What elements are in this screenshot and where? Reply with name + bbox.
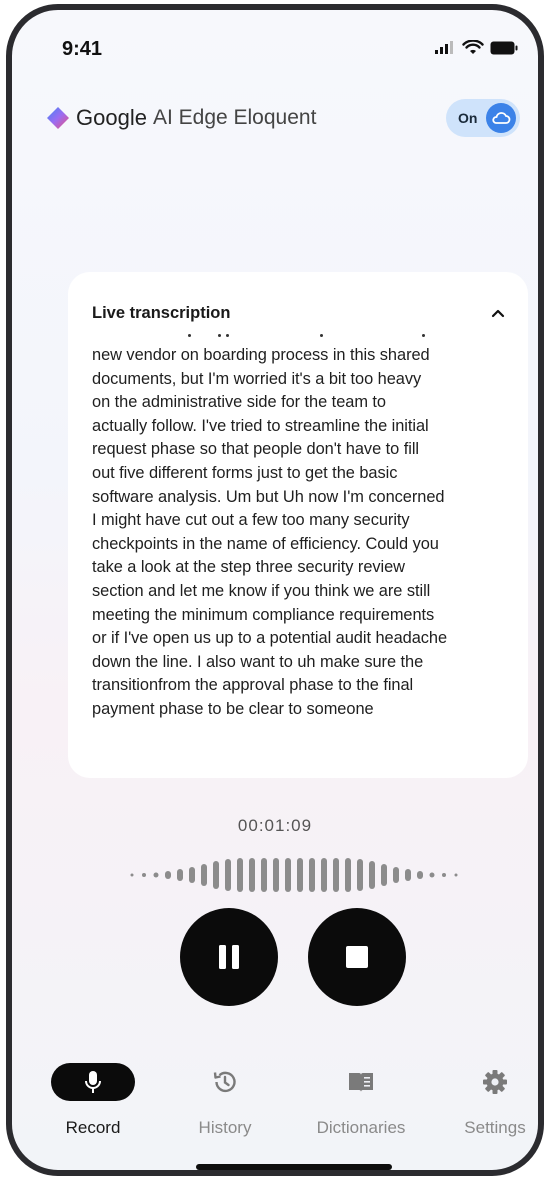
book-icon <box>349 1073 373 1092</box>
waveform-bar <box>429 872 435 878</box>
waveform-bar <box>381 864 387 886</box>
pause-icon <box>219 945 239 969</box>
audio-waveform <box>130 858 458 892</box>
waveform-bar <box>369 861 375 889</box>
cloud-toggle[interactable]: On <box>446 99 520 137</box>
nav-label-dictionaries: Dictionaries <box>316 1118 406 1137</box>
stop-button[interactable] <box>308 908 406 1006</box>
waveform-bar <box>405 869 411 881</box>
cloud-icon <box>492 112 511 124</box>
waveform-bar <box>153 872 159 878</box>
app-title: AI Edge Eloquent <box>152 106 317 129</box>
waveform-bar <box>357 859 363 891</box>
status-time: 9:41 <box>62 38 103 60</box>
waveform-bar <box>417 871 423 879</box>
phone-frame: 9:41 Google AI Edge Eloquent On Live tra… <box>6 4 544 1176</box>
waveform-bar <box>142 873 146 877</box>
waveform-bar <box>297 858 303 892</box>
transcription-card: Live transcription new vendor on boardin… <box>68 272 528 778</box>
waveform-bar <box>333 858 339 892</box>
nav-label-settings: Settings <box>464 1118 526 1137</box>
mic-icon <box>85 1071 101 1093</box>
battery-icon <box>490 41 518 55</box>
bottom-nav: Record History Dictionaries Settings <box>12 1060 538 1150</box>
card-title: Live transcription <box>92 303 231 322</box>
waveform-bar <box>393 867 399 883</box>
stop-icon <box>346 946 368 968</box>
waveform-bar <box>442 873 446 877</box>
waveform-bar <box>454 873 458 877</box>
waveform-bar <box>130 873 134 877</box>
chevron-up-icon[interactable] <box>488 303 508 323</box>
app-header: Google AI Edge Eloquent On <box>46 96 520 140</box>
transcript-text: new vendor on boarding process in this s… <box>92 346 448 718</box>
toggle-knob <box>486 103 516 133</box>
waveform-bar <box>213 861 219 889</box>
pause-button[interactable] <box>180 908 278 1006</box>
waveform-bar <box>165 871 171 879</box>
waveform-bar <box>321 858 327 892</box>
waveform-bar <box>309 858 315 892</box>
waveform-bar <box>285 858 291 892</box>
nav-label-history: History <box>198 1118 252 1137</box>
signal-icon <box>435 41 453 54</box>
waveform-bar <box>177 869 183 881</box>
wifi-icon <box>462 40 484 54</box>
home-indicator <box>196 1164 392 1170</box>
nav-item-settings[interactable]: Settings <box>430 1060 538 1138</box>
waveform-bar <box>189 867 195 883</box>
waveform-bar <box>225 859 231 891</box>
faded-text-fragment <box>92 330 508 344</box>
waveform-bar <box>273 858 279 892</box>
waveform-bar <box>345 858 351 892</box>
nav-label-record: Record <box>65 1118 121 1137</box>
waveform-bar <box>201 864 207 886</box>
gear-icon <box>483 1070 507 1094</box>
nav-item-record[interactable]: Record <box>28 1060 158 1138</box>
waveform-bar <box>237 858 243 892</box>
status-bar: 9:41 <box>12 10 538 90</box>
waveform-bar <box>261 858 267 892</box>
history-icon <box>213 1071 236 1093</box>
record-tab-pill <box>51 1063 135 1101</box>
card-header[interactable]: Live transcription <box>92 300 508 326</box>
recording-timer: 00:01:09 <box>237 816 313 835</box>
gemini-logo-icon <box>47 107 69 129</box>
status-icons <box>434 40 518 56</box>
nav-item-history[interactable]: History <box>160 1060 290 1138</box>
brand-google: Google <box>76 105 147 130</box>
nav-item-dictionaries[interactable]: Dictionaries <box>296 1060 426 1138</box>
waveform-bar <box>249 858 255 892</box>
toggle-label: On <box>458 110 478 126</box>
